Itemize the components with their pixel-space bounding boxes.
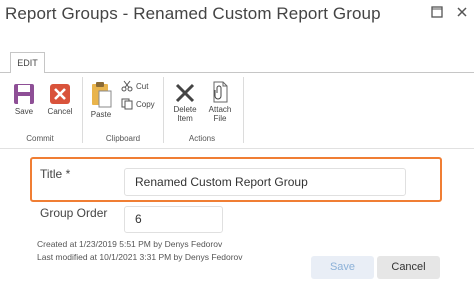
save-icon (14, 84, 34, 104)
title-label-text: Title (40, 167, 63, 181)
tab-edit[interactable]: EDIT (10, 52, 45, 73)
ribbon-cut-button[interactable]: Cut (121, 80, 148, 92)
group-label-clipboard: Clipboard (105, 134, 141, 143)
cancel-label: Cancel (47, 107, 73, 116)
cut-icon (121, 80, 133, 92)
attach-file-icon (213, 81, 228, 103)
copy-label: Copy (136, 99, 155, 109)
maximize-icon[interactable] (430, 5, 444, 19)
ribbon-delete-item-button[interactable]: Delete Item (170, 83, 200, 123)
ribbon: Save Cancel Commit Paste Cut Copy Clipbo… (0, 72, 474, 149)
group-separator (163, 77, 164, 143)
group-order-label: Group Order (40, 206, 108, 220)
cancel-icon (50, 84, 70, 104)
ribbon-copy-button[interactable]: Copy (121, 98, 155, 110)
group-label-actions: Actions (188, 134, 216, 143)
group-separator (82, 77, 83, 143)
attach-label-line2: File (213, 114, 227, 123)
group-order-input[interactable]: 6 (124, 206, 223, 233)
group-label-commit: Commit (26, 134, 54, 143)
cut-label: Cut (136, 81, 149, 91)
paste-icon (92, 82, 112, 108)
ribbon-paste-button[interactable]: Paste (88, 80, 114, 119)
ribbon-attach-file-button[interactable]: Attach File (205, 81, 235, 123)
copy-icon (121, 98, 133, 110)
title-input[interactable]: Renamed Custom Report Group (124, 168, 406, 196)
paste-label: Paste (90, 110, 112, 119)
ribbon-save-button[interactable]: Save (10, 83, 38, 116)
group-separator (243, 77, 244, 143)
attach-label-line1: Attach (208, 105, 232, 114)
save-button[interactable]: Save (311, 256, 374, 279)
required-marker: * (65, 167, 71, 181)
cancel-button[interactable]: Cancel (377, 256, 440, 279)
close-icon[interactable] (455, 5, 469, 19)
save-label: Save (14, 107, 34, 116)
modified-info: Last modified at 10/1/2021 3:31 PM by De… (37, 252, 243, 262)
delete-icon (175, 83, 195, 103)
dialog-title: Report Groups - Renamed Custom Report Gr… (5, 4, 381, 23)
title-label: Title * (40, 167, 70, 181)
ribbon-cancel-button[interactable]: Cancel (45, 83, 75, 116)
created-info: Created at 1/23/2019 5:51 PM by Denys Fe… (37, 239, 223, 249)
delete-label-line1: Delete (173, 105, 197, 114)
delete-label-line2: Item (177, 114, 193, 123)
